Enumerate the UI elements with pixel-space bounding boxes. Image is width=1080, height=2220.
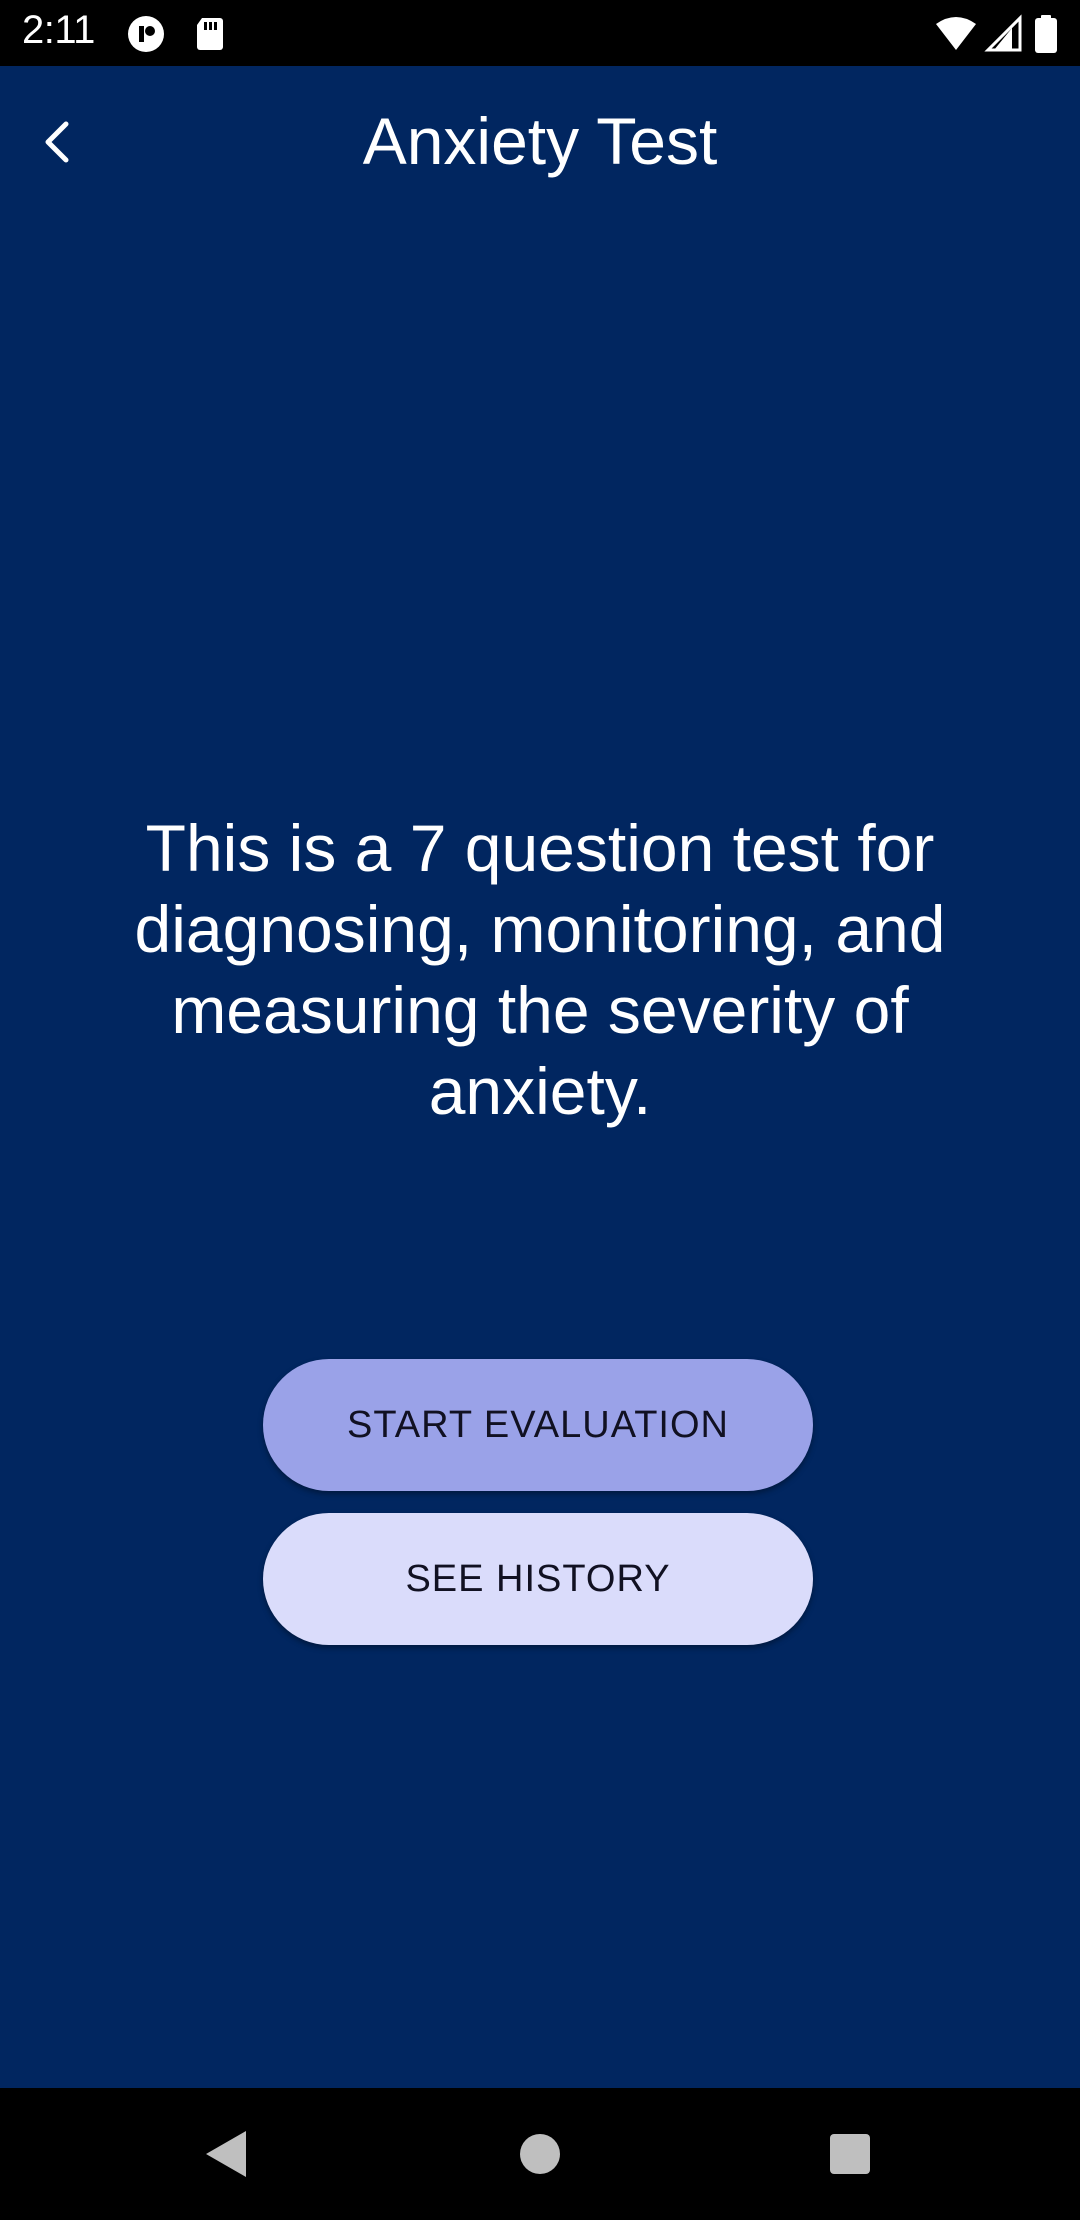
start-evaluation-button[interactable]: START EVALUATION [263, 1359, 813, 1491]
nav-recents-button[interactable] [810, 2114, 890, 2194]
cell-signal-icon [984, 14, 1024, 54]
nav-home-button[interactable] [500, 2114, 580, 2194]
app-bar: Anxiety Test [0, 66, 1080, 222]
wifi-icon [934, 14, 978, 54]
status-time: 2:11 [22, 8, 95, 52]
back-triangle-icon [206, 2131, 246, 2177]
test-description: This is a 7 question test for diagnosing… [134, 811, 946, 1128]
recents-square-icon [830, 2134, 870, 2174]
sd-card-icon [190, 14, 230, 54]
home-circle-icon [520, 2134, 560, 2174]
status-bar: 2:11 [0, 0, 1080, 66]
app-notification-icon [126, 14, 166, 54]
screen: 2:11 Anxiety Test This is a 7 question t… [0, 0, 1080, 2220]
nav-back-button[interactable] [186, 2114, 266, 2194]
see-history-button[interactable]: SEE HISTORY [263, 1513, 813, 1645]
page-title: Anxiety Test [362, 104, 718, 178]
battery-icon [1034, 14, 1058, 54]
navigation-bar [0, 2088, 1080, 2220]
